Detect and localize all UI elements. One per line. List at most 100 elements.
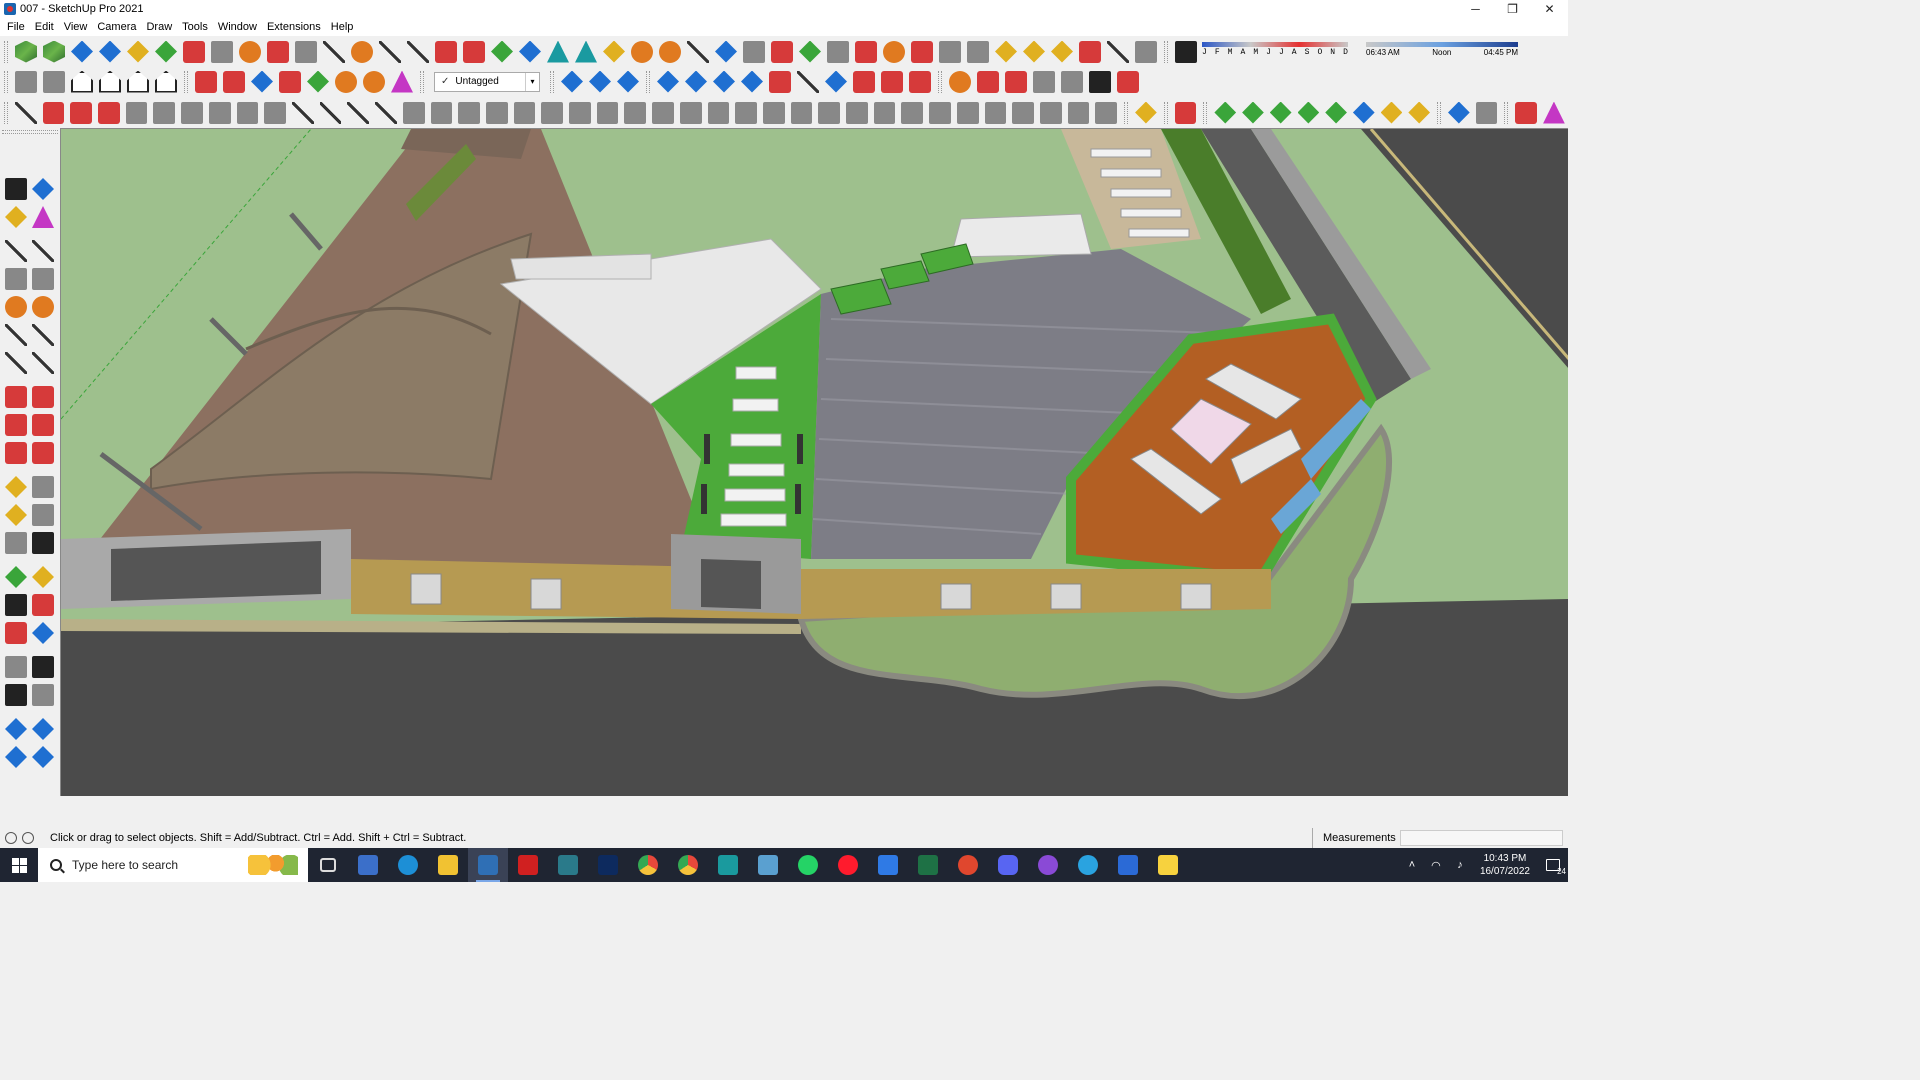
window-frame-icon[interactable] [402, 101, 425, 124]
selection-icon[interactable] [1135, 40, 1157, 63]
views-iso-icon[interactable] [71, 40, 93, 63]
fillet-icon[interactable] [70, 101, 93, 124]
torus-icon[interactable] [208, 101, 231, 124]
taskbar-app-blue[interactable] [1108, 848, 1148, 882]
system-clock[interactable]: 10:43 PM 16/07/2022 [1480, 852, 1530, 878]
axes-icon[interactable] [5, 532, 27, 554]
3d-warehouse-icon[interactable] [15, 40, 37, 63]
menu-tools[interactable]: Tools [177, 18, 213, 36]
toolbar-grip[interactable] [2, 130, 58, 134]
select-icon[interactable] [5, 178, 27, 200]
lasso-icon[interactable] [1107, 40, 1129, 63]
previous-view-icon[interactable] [32, 622, 54, 644]
chevron-down-icon[interactable]: ▾ [525, 72, 539, 91]
scale-icon[interactable] [5, 442, 27, 464]
vertical-push-pull-icon[interactable] [307, 70, 329, 93]
line-icon[interactable] [5, 240, 27, 262]
shape-arc-icon[interactable] [1352, 101, 1375, 124]
lathe-icon[interactable] [153, 101, 176, 124]
section-fill-icon[interactable] [295, 40, 317, 63]
x-push-pull-icon[interactable] [363, 70, 385, 93]
model-scene[interactable] [61, 129, 1568, 796]
smoove-icon[interactable] [5, 746, 27, 768]
eraser-icon[interactable] [32, 206, 54, 228]
menu-camera[interactable]: Camera [92, 18, 141, 36]
rotated-rectangle-icon[interactable] [32, 268, 54, 290]
flower-icon[interactable] [984, 101, 1007, 124]
section-plane-icon[interactable] [267, 40, 289, 63]
taskbar-app-autocad[interactable] [548, 848, 588, 882]
texture-icon[interactable] [977, 70, 999, 93]
shape-ellipse-icon[interactable] [1297, 101, 1320, 124]
geo-location-icon[interactable] [5, 832, 17, 844]
explode-icon[interactable] [1079, 40, 1101, 63]
model-viewport[interactable] [60, 128, 1568, 796]
toolbar-grip[interactable] [1164, 40, 1168, 63]
taskbar-app-task-view[interactable] [308, 848, 348, 882]
taskbar-search[interactable]: Type here to search [38, 848, 308, 882]
taskbar-app-discord[interactable] [988, 848, 1028, 882]
views-left-icon[interactable] [211, 40, 233, 63]
month-slider[interactable] [1202, 42, 1348, 47]
taskbar-app-opera[interactable] [828, 848, 868, 882]
tag-selector[interactable]: ✓ Untagged ▾ [434, 71, 540, 92]
wall-icon[interactable] [541, 101, 564, 124]
gate-icon[interactable] [901, 101, 924, 124]
cross-tool-icon[interactable] [463, 40, 485, 63]
beam-icon[interactable] [596, 101, 619, 124]
toolbar-grip[interactable] [1124, 101, 1129, 124]
volume-icon[interactable]: ♪ [1450, 855, 1470, 875]
grid-icon[interactable] [939, 40, 961, 63]
section-tool-b-icon[interactable] [589, 70, 611, 93]
views-front-icon[interactable] [127, 40, 149, 63]
taskbar-app-sketchup[interactable] [468, 848, 508, 882]
panel-array-icon[interactable] [956, 101, 979, 124]
notifications-button[interactable]: 24 [1538, 848, 1568, 882]
taskbar-app-telegram[interactable] [1068, 848, 1108, 882]
shape-rectangle-icon[interactable] [1214, 101, 1237, 124]
joint-push-pull-icon[interactable] [223, 70, 245, 93]
menu-help[interactable]: Help [326, 18, 359, 36]
taskbar-app-edge[interactable] [388, 848, 428, 882]
menu-file[interactable]: File [2, 18, 30, 36]
trim-icon[interactable] [98, 101, 120, 124]
time-slider[interactable] [1366, 42, 1518, 47]
section-tool-a-icon[interactable] [561, 70, 583, 93]
arc-icon[interactable] [5, 324, 27, 346]
shape-parallelogram-icon[interactable] [1325, 101, 1347, 124]
stamp-icon[interactable] [911, 40, 933, 63]
walk-icon[interactable] [5, 684, 27, 706]
iso-house-icon[interactable] [15, 70, 37, 93]
tape-measure-icon[interactable] [5, 476, 27, 498]
offset-icon[interactable] [32, 442, 54, 464]
share-model-icon[interactable] [43, 40, 65, 63]
back-house-icon[interactable] [127, 70, 149, 93]
3d-text-icon[interactable] [32, 532, 54, 554]
freehand-icon[interactable] [32, 240, 54, 262]
joist-icon[interactable] [679, 101, 702, 124]
toolbar-grip[interactable] [184, 70, 188, 93]
north-push-pull-icon[interactable] [335, 70, 357, 93]
door-icon[interactable] [735, 101, 757, 124]
toolbar-grip[interactable] [1504, 101, 1509, 124]
shape-polygon-icon[interactable] [1269, 101, 1292, 124]
sandbox-scratch-icon[interactable] [32, 718, 54, 740]
freehand-icon[interactable] [407, 40, 429, 63]
text-icon[interactable] [32, 504, 54, 526]
sprocket-icon[interactable] [125, 101, 148, 124]
line-red-icon[interactable] [1515, 101, 1538, 124]
taskbar-app-grammarly[interactable] [948, 848, 988, 882]
views-right-icon[interactable] [155, 40, 177, 63]
taskbar-app-sticky-notes[interactable] [1148, 848, 1188, 882]
louver-icon[interactable] [818, 101, 841, 124]
flip-up-icon[interactable] [741, 70, 763, 93]
slab-icon[interactable] [624, 101, 647, 124]
zoom-window-icon[interactable] [32, 594, 54, 616]
toolbar-grip[interactable] [1437, 101, 1441, 124]
taskbar-app-calculator[interactable] [348, 848, 388, 882]
uv-project-icon[interactable] [1033, 70, 1055, 93]
pencil-red-icon[interactable] [1174, 101, 1197, 124]
extend-icon[interactable] [347, 101, 370, 124]
zoom-extents-icon[interactable] [5, 622, 27, 644]
dimension-icon[interactable] [32, 476, 54, 498]
